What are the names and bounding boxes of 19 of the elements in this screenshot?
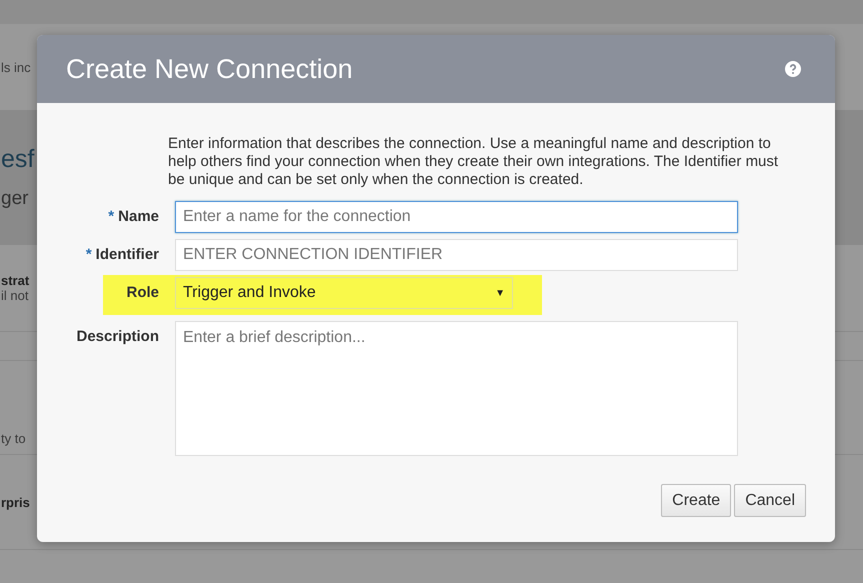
- field-label: Role: [125, 283, 159, 301]
- background-text: strat: [0, 273, 30, 288]
- intro-text: Enter information that describes the connection. Use a meaningful name and description to help others find your connection when they create their own integrations. The Identifier must be unique and can be set only when the connection is created.: [168, 135, 780, 189]
- dialog-title: Create New Connection: [66, 54, 353, 84]
- background-text: rpris: [0, 494, 30, 510]
- background-text: ger: [0, 188, 28, 210]
- role-dropdown[interactable]: Trigger and Invoke ▼: [175, 277, 513, 309]
- background-text: esf: [0, 145, 34, 174]
- field-label: * Name: [107, 207, 159, 225]
- dialog-button[interactable]: Create: [661, 484, 732, 517]
- description-field[interactable]: Enter a brief description...: [175, 321, 738, 456]
- field-label: * Identifier: [84, 245, 159, 263]
- dialog-button[interactable]: Cancel: [734, 484, 806, 517]
- text-field[interactable]: Enter a name for the connection: [175, 201, 738, 233]
- field-label: Description: [75, 327, 159, 345]
- background-text: ls inc: [0, 60, 31, 74]
- help-icon[interactable]: [785, 61, 801, 77]
- background-text: il not: [0, 288, 28, 303]
- background-text: ty to: [0, 431, 26, 446]
